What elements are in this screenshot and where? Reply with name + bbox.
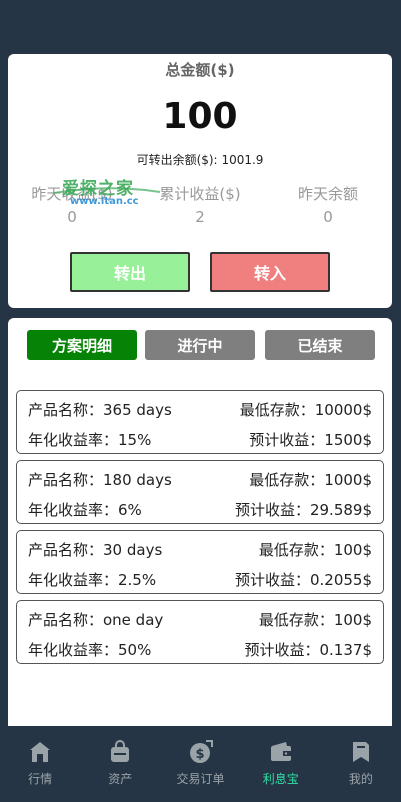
tab-plan-details[interactable]: 方案明细 [27,330,137,360]
stat-label: 累计收益($) [159,185,241,203]
product-name: 产品名称：30 days [28,541,163,559]
wallet-icon [270,742,291,761]
transferable-balance-label: 可转出余额($): [136,153,218,167]
product-min-deposit: 最低存款：1000$ [249,471,372,489]
bottom-tab-bar: 行情 资产 $ 交易订单 利息宝 我的 [0,726,401,802]
balance-card: 总金额($) 100 可转出余额($): 1001.9 昨天收益($) 0 累计… [8,54,392,308]
product-list: 产品名称：365 days 最低存款：10000$ 年化收益率：15% 预计收益… [16,390,384,670]
tabbar-item-mine[interactable]: 我的 [321,726,401,802]
tabbar-item-interest[interactable]: 利息宝 [241,726,321,802]
stat-cumulative-income: 累计收益($) 2 [136,184,264,230]
transferable-balance-value: 1001.9 [221,153,264,167]
tabbar-label: 行情 [28,772,53,786]
stat-yesterday-balance: 昨天余额 0 [264,184,392,230]
plan-card: 方案明细 进行中 已结束 产品名称：365 days 最低存款：10000$ 年… [8,318,392,726]
tabbar-label: 资产 [108,772,133,786]
transferable-balance: 可转出余额($): 1001.9 [8,151,392,168]
product-name: 产品名称：180 days [28,471,172,489]
product-item[interactable]: 产品名称：365 days 最低存款：10000$ 年化收益率：15% 预计收益… [16,390,384,454]
tabbar-label: 交易订单 [176,772,225,786]
product-expected-income: 预计收益：0.2055$ [234,571,372,589]
product-min-deposit: 最低存款：10000$ [239,401,372,419]
product-expected-income: 预计收益：29.589$ [234,501,372,519]
tabbar-label: 我的 [348,772,373,786]
product-name: 产品名称：365 days [28,401,172,419]
home-icon [30,742,51,762]
transfer-in-button[interactable]: 转入 [210,252,330,292]
tab-in-progress[interactable]: 进行中 [145,330,255,360]
tabbar-item-market[interactable]: 行情 [0,726,80,802]
stat-label: 昨天收益($) [31,185,113,203]
bookmark-icon [352,742,369,762]
product-min-deposit: 最低存款：100$ [258,611,372,629]
product-annual-rate: 年化收益率：50% [28,641,152,659]
dollar-icon: $ [189,740,213,763]
product-annual-rate: 年化收益率：15% [28,431,152,449]
product-expected-income: 预计收益：1500$ [249,431,372,449]
tab-ended[interactable]: 已结束 [265,330,375,360]
tabbar-item-orders[interactable]: $ 交易订单 [160,726,240,802]
stat-label: 昨天余额 [297,185,358,203]
stats-row: 昨天收益($) 0 累计收益($) 2 昨天余额 0 [8,184,392,230]
total-amount-label: 总金额($) [165,61,235,79]
product-item[interactable]: 产品名称：180 days 最低存款：1000$ 年化收益率：6% 预计收益：2… [16,460,384,524]
stat-value: 0 [67,208,77,226]
product-expected-income: 预计收益：0.137$ [244,641,373,659]
transfer-out-button[interactable]: 转出 [70,252,190,292]
product-annual-rate: 年化收益率：6% [28,501,142,519]
product-item[interactable]: 产品名称：30 days 最低存款：100$ 年化收益率：2.5% 预计收益：0… [16,530,384,594]
bag-icon [111,740,130,762]
total-amount-value: 100 [162,96,238,137]
stat-value: 2 [195,208,205,226]
stat-yesterday-income: 昨天收益($) 0 [8,184,136,230]
stat-value: 0 [323,208,333,226]
product-item[interactable]: 产品名称：one day 最低存款：100$ 年化收益率：50% 预计收益：0.… [16,600,384,664]
product-annual-rate: 年化收益率：2.5% [28,571,157,589]
tabbar-item-assets[interactable]: 资产 [80,726,160,802]
product-min-deposit: 最低存款：100$ [258,541,372,559]
tabbar-label: 利息宝 [262,772,299,786]
svg-text:$: $ [195,747,204,762]
product-name: 产品名称：one day [28,611,164,629]
